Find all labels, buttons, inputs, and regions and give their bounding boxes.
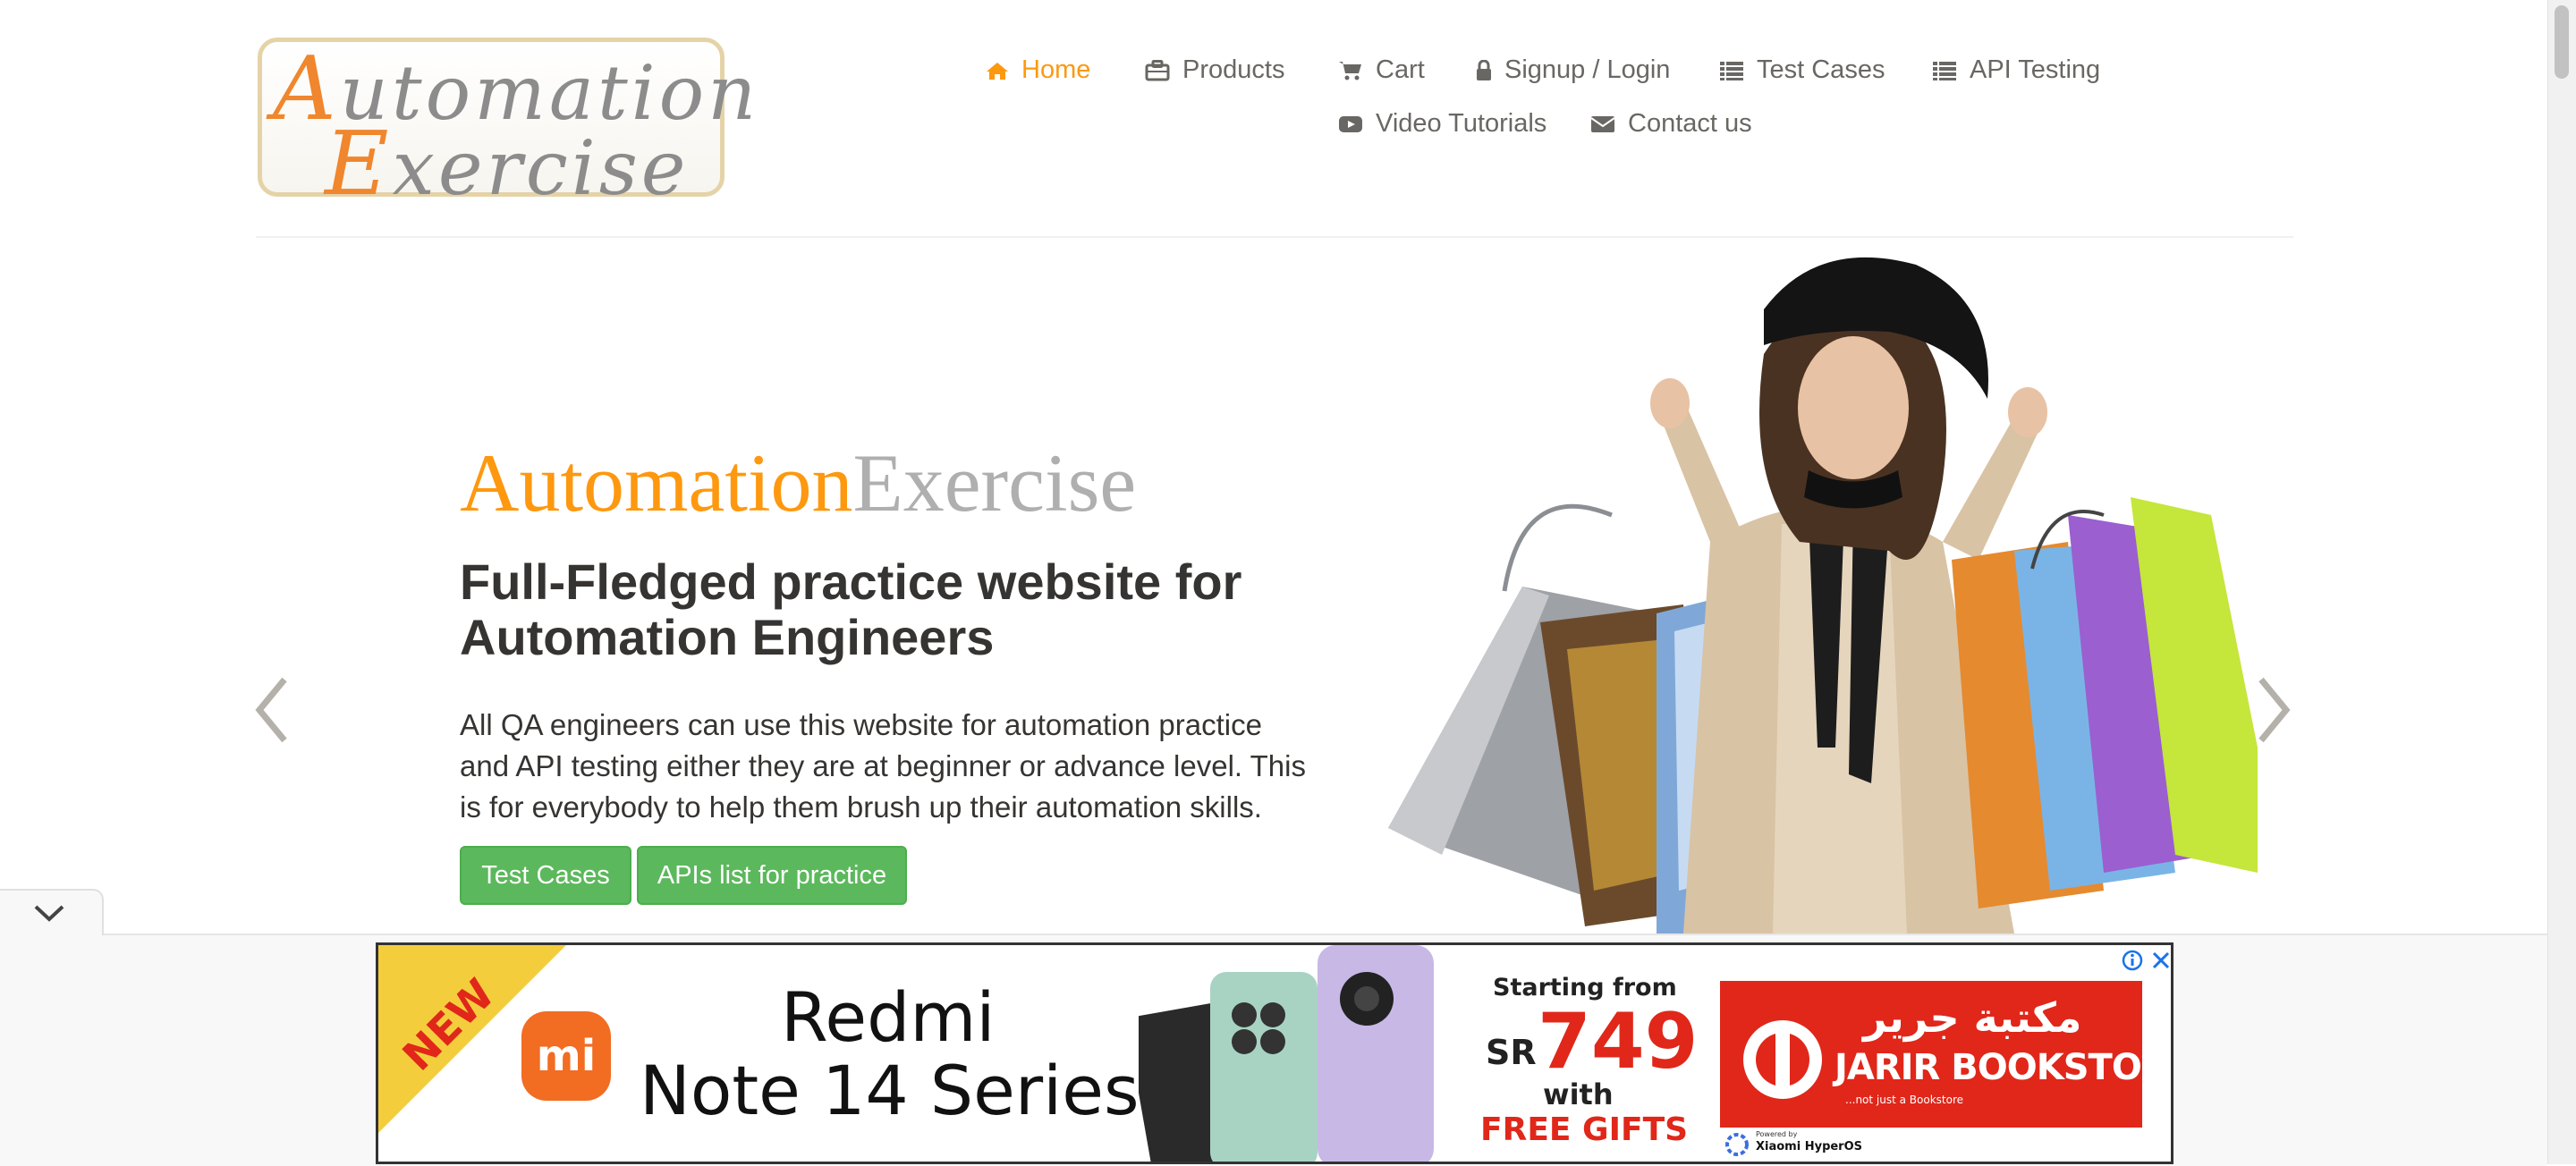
ad-mi-logo: mi <box>521 1011 611 1101</box>
cart-icon <box>1339 61 1361 80</box>
ad-powered-by: Powered by <box>1756 1130 1798 1138</box>
nav-api-testing-label: API Testing <box>1970 55 2101 84</box>
ad-free-gifts: FREE GIFTS <box>1480 1111 1689 1148</box>
chevron-left-icon <box>255 677 287 743</box>
carousel-next-button[interactable] <box>2254 676 2293 748</box>
nav-api-testing[interactable]: API Testing <box>1932 55 2100 85</box>
ad-title-line2: Note 14 Series <box>640 1051 1140 1130</box>
logo-text-line2: Exercise <box>325 114 690 215</box>
apis-list-button[interactable]: APIs list for practice <box>637 846 907 905</box>
logo-rest-2: xercise <box>392 124 690 212</box>
ad-jarir-box: مكتبة جرير JARIR BOOKSTORE ...not just a… <box>1720 981 2171 1128</box>
envelope-icon <box>1590 115 1615 132</box>
ad-with: with <box>1543 1077 1614 1111</box>
chevron-down-icon <box>34 905 64 922</box>
ad-mi-logo-text: mi <box>536 1031 597 1081</box>
carousel-prev-button[interactable] <box>252 676 292 748</box>
hero-heading: Full-Fledged practice website for Automa… <box>460 553 1242 665</box>
home-icon <box>987 62 1008 80</box>
hyperos-icon <box>1725 1133 1749 1156</box>
nav-video-tutorials-label: Video Tutorials <box>1376 109 1547 138</box>
ad-store-name: JARIR BOOKSTORE <box>1835 1047 2174 1088</box>
nav-signup-login[interactable]: Signup / Login <box>1476 55 1670 85</box>
nav-test-cases[interactable]: Test Cases <box>1719 55 1885 85</box>
nav-video-tutorials[interactable]: Video Tutorials <box>1338 109 1546 139</box>
briefcase-icon <box>1145 59 1170 80</box>
page-scrollbar[interactable] <box>2547 0 2576 1164</box>
test-cases-button[interactable]: Test Cases <box>460 846 631 905</box>
list-icon <box>1933 61 1956 80</box>
nav-test-cases-label: Test Cases <box>1757 55 1885 84</box>
ad-currency: SR <box>1486 1033 1537 1072</box>
ad-powered-brand: Xiaomi HyperOS <box>1756 1140 1863 1153</box>
nav-home-label: Home <box>1021 55 1091 84</box>
nav-products[interactable]: Products <box>1145 55 1284 85</box>
jarir-logo-icon <box>1743 1020 1822 1099</box>
nav-home[interactable]: Home <box>986 55 1090 85</box>
hero-model-image <box>1388 247 2258 934</box>
nav-signup-login-label: Signup / Login <box>1504 55 1671 84</box>
list-icon <box>1720 61 1743 80</box>
hero-brand-part1: Automation <box>460 437 853 528</box>
ad-store-arabic: مكتبة جرير <box>1863 993 2082 1042</box>
ad-info-icon[interactable] <box>2121 949 2144 972</box>
ad-title-line1: Redmi <box>781 977 996 1057</box>
ad-phones-image <box>1139 945 1434 1162</box>
site-logo[interactable]: Automation Exercise <box>258 38 756 215</box>
ad-collapse-button[interactable] <box>0 889 104 935</box>
ad-store-tagline: ...not just a Bookstore <box>1845 1094 1964 1106</box>
hero-description: All QA engineers can use this website fo… <box>460 708 1306 824</box>
lock-icon <box>1477 59 1491 80</box>
chevron-right-icon <box>2258 677 2291 743</box>
nav-cart[interactable]: Cart <box>1338 55 1425 85</box>
ad-banner[interactable]: NEW mi Redmi Note 14 Series Starting fro… <box>376 942 2174 1164</box>
nav-contact-us[interactable]: Contact us <box>1590 109 1752 139</box>
nav-products-label: Products <box>1182 55 1285 84</box>
logo-cap-e: E <box>325 114 393 215</box>
header-divider <box>256 236 2293 238</box>
scrollbar-thumb[interactable] <box>2555 5 2569 79</box>
ad-price: 749 <box>1538 997 1699 1086</box>
hero-brand-title: AutomationExercise <box>460 442 1136 524</box>
ad-close-icon[interactable] <box>2149 949 2173 972</box>
nav-cart-label: Cart <box>1376 55 1425 84</box>
youtube-play-icon <box>1339 115 1362 132</box>
hero-brand-part2: Exercise <box>852 437 1137 528</box>
nav-contact-us-label: Contact us <box>1628 109 1752 138</box>
